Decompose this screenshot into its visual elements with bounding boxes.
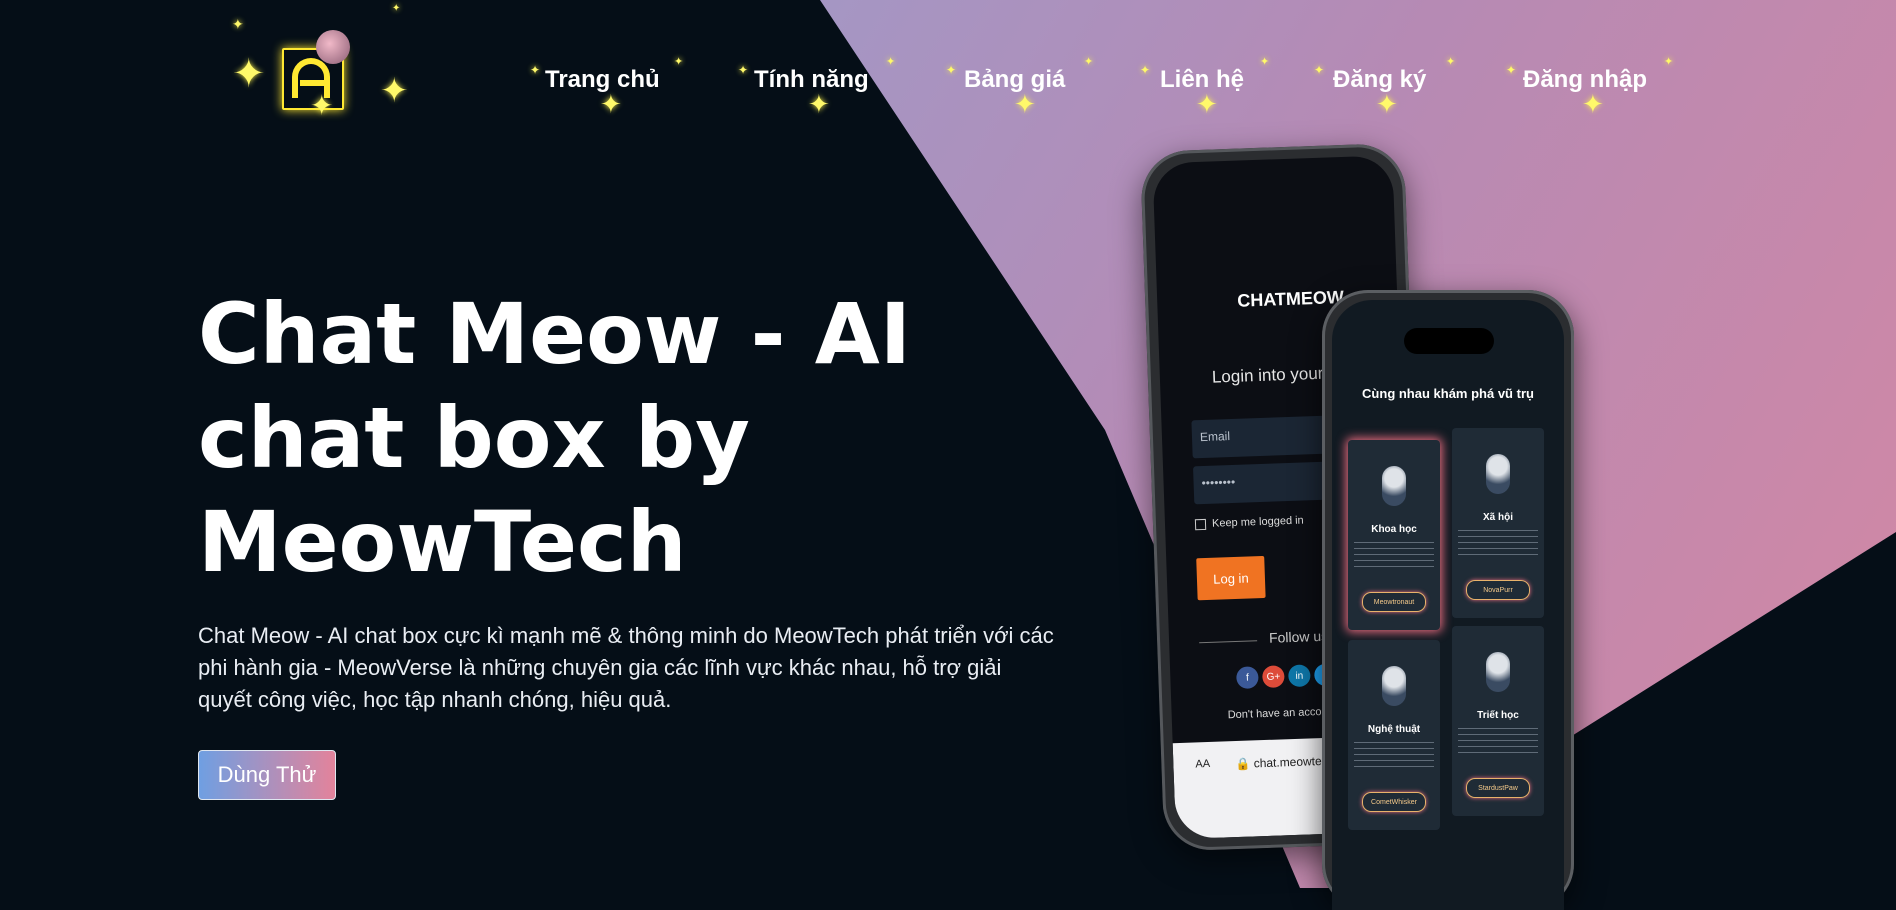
- sparkle-icon: ✦: [392, 3, 401, 14]
- card-name: Khoa học: [1371, 524, 1417, 535]
- expert-card[interactable]: Nghệ thuật CometWhisker: [1348, 640, 1440, 830]
- astronaut-icon: [1382, 666, 1406, 706]
- card-button[interactable]: NovaPurr: [1466, 580, 1530, 600]
- explore-title: Cùng nhau khám phá vũ trụ: [1362, 386, 1534, 401]
- sparkle-icon: ✦: [1314, 63, 1325, 77]
- sparkle-icon: ✦: [674, 55, 684, 68]
- astronaut-icon: [1486, 454, 1510, 494]
- follow-us-label: Follow us: [1268, 627, 1329, 646]
- keep-logged-in-label: Keep me logged in: [1211, 514, 1304, 530]
- astronaut-icon: [1486, 652, 1510, 692]
- card-button[interactable]: CometWhisker: [1362, 792, 1426, 812]
- card-description: [1458, 728, 1538, 758]
- expert-card[interactable]: Khoa học Meowtronaut: [1348, 440, 1440, 630]
- keep-logged-in-checkbox[interactable]: Keep me logged in: [1194, 514, 1304, 531]
- sparkle-icon: ✦: [1196, 90, 1218, 120]
- hero-description: Chat Meow - AI chat box cực kì mạnh mẽ &…: [198, 623, 1054, 712]
- card-description: [1354, 542, 1434, 572]
- phone-screen-explore: Cùng nhau khám phá vũ trụ Khoa học Meowt…: [1332, 300, 1564, 910]
- sparkle-icon: ✦: [1664, 55, 1674, 68]
- card-button[interactable]: StardustPaw: [1466, 778, 1530, 798]
- sparkle-icon: ✦: [1446, 55, 1456, 68]
- astronaut-icon: [1382, 466, 1406, 506]
- sparkle-icon: ✦: [1582, 90, 1604, 120]
- card-name: Triết học: [1477, 710, 1519, 721]
- reader-mode-button[interactable]: AA: [1195, 758, 1210, 771]
- card-button[interactable]: Meowtronaut: [1362, 592, 1426, 612]
- sparkle-icon: ✦: [886, 55, 896, 68]
- checkbox-icon: [1194, 518, 1207, 530]
- try-button[interactable]: Dùng Thử: [198, 750, 336, 800]
- phone-mockup-explore: Cùng nhau khám phá vũ trụ Khoa học Meowt…: [1322, 290, 1574, 910]
- dynamic-island: [1404, 328, 1494, 354]
- sparkle-icon: ✦: [232, 17, 244, 33]
- divider: [1199, 640, 1258, 644]
- sparkle-icon: ✦: [738, 63, 749, 77]
- sparkle-icon: ✦: [1084, 55, 1094, 68]
- sparkle-icon: ✦: [808, 90, 830, 120]
- sparkle-icon: ✦: [530, 63, 541, 77]
- card-name: Nghệ thuật: [1367, 724, 1421, 735]
- hero-title: Chat Meow - AI chat box by MeowTech: [198, 285, 912, 591]
- sparkle-icon: ✦: [1260, 55, 1270, 68]
- sparkle-icon: ✦: [1140, 63, 1151, 77]
- sparkle-icon: ✦: [946, 63, 957, 77]
- login-button[interactable]: Log in: [1196, 555, 1266, 601]
- card-description: [1458, 530, 1538, 560]
- card-description: [1354, 742, 1434, 772]
- sparkle-icon: ✦: [1506, 63, 1517, 77]
- linkedin-icon[interactable]: in: [1287, 664, 1311, 688]
- expert-card[interactable]: Triết học StardustPaw: [1452, 626, 1544, 816]
- expert-card[interactable]: Xã hội NovaPurr: [1452, 428, 1544, 618]
- sparkle-icon: ✦: [1014, 90, 1036, 120]
- card-name: Xã hội: [1482, 512, 1513, 523]
- sparkle-icon: ✦: [600, 90, 622, 120]
- astronaut-icon: [316, 30, 350, 64]
- sparkle-icon: ✦: [1376, 90, 1398, 120]
- google-plus-icon[interactable]: G+: [1262, 665, 1285, 689]
- facebook-icon[interactable]: f: [1236, 666, 1259, 689]
- app-logo: CHATMEOW: [1236, 286, 1345, 311]
